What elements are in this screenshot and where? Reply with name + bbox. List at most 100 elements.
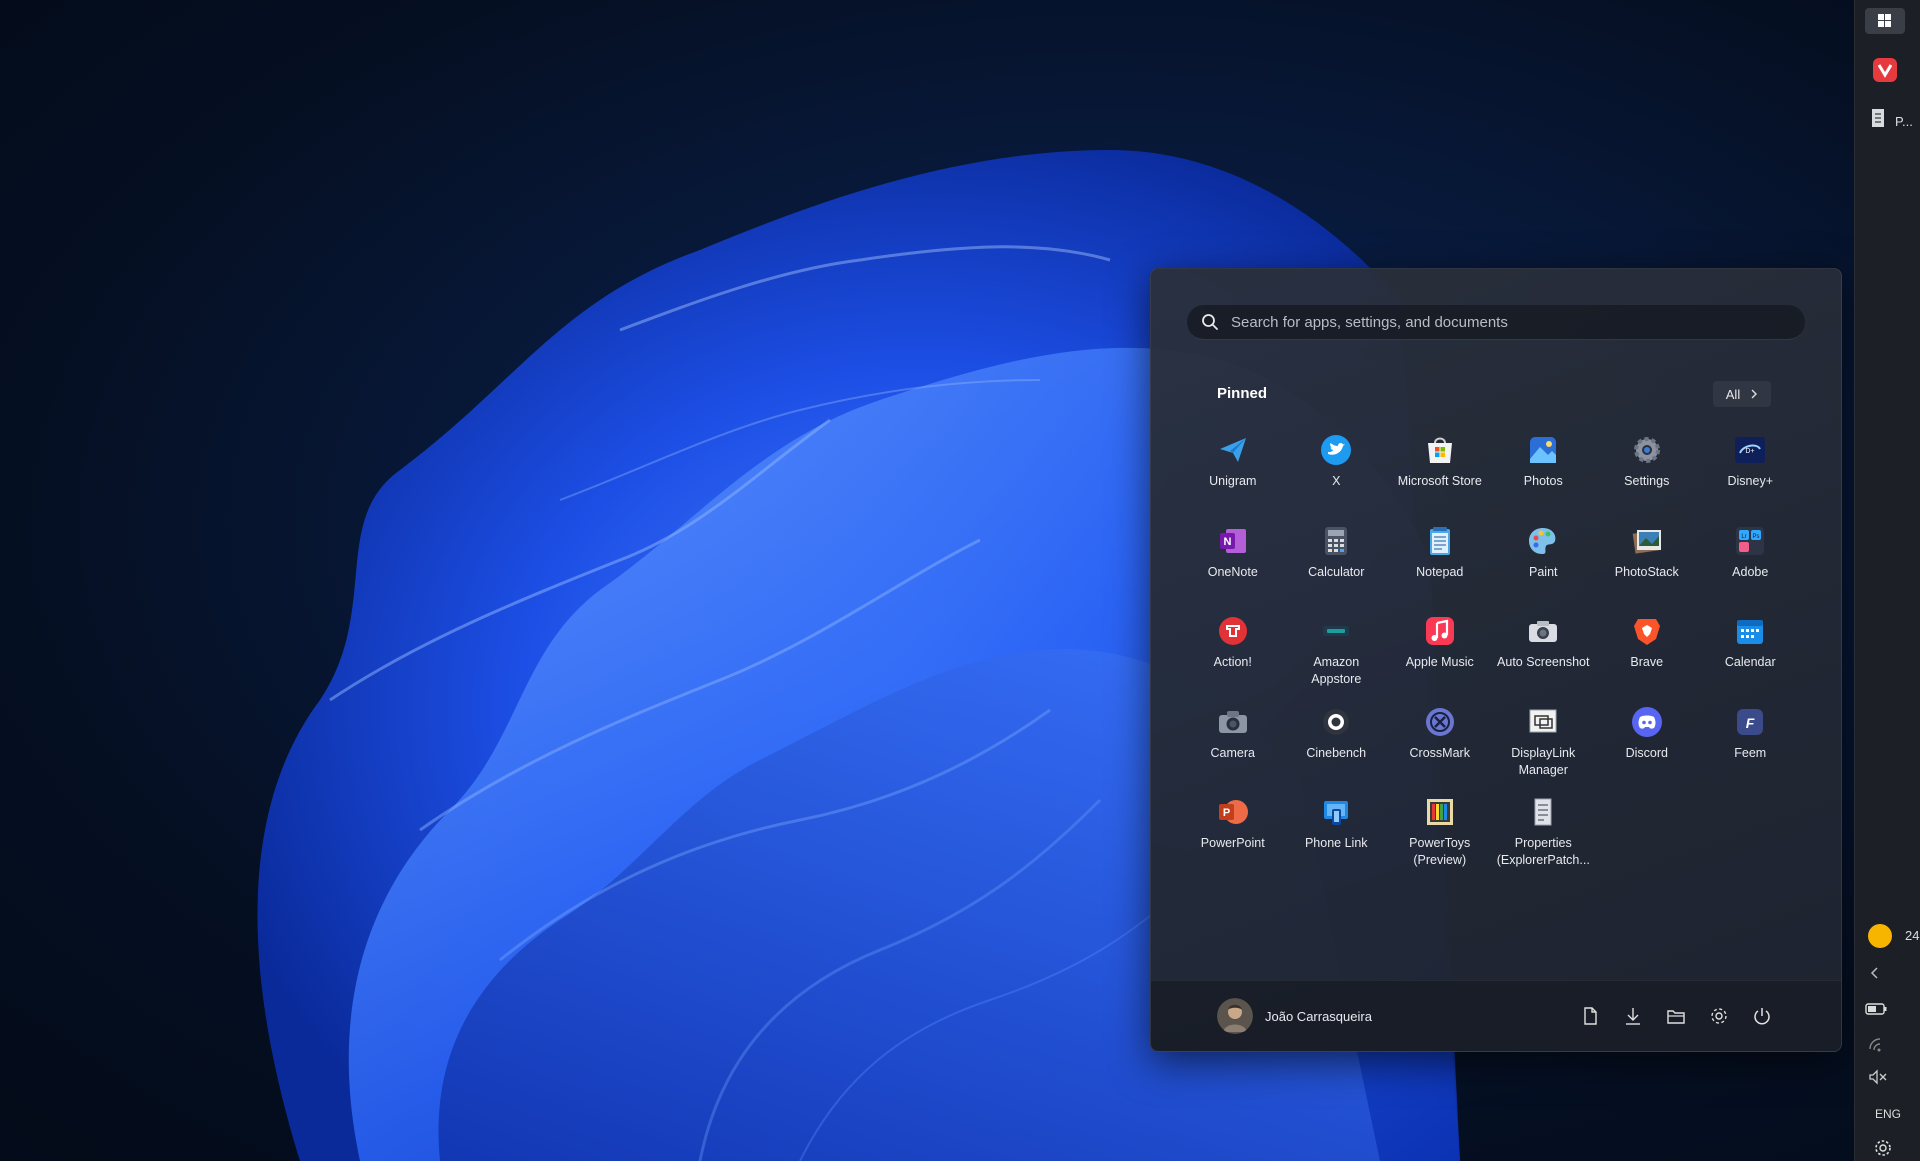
displaylink-icon [1529, 709, 1557, 732]
phone-link-icon [1324, 801, 1349, 825]
pinned-app-microsoft-store[interactable]: Microsoft Store [1388, 429, 1492, 520]
camera-icon [1218, 710, 1247, 733]
all-apps-button[interactable]: All [1713, 381, 1771, 407]
calculator-icon [1325, 526, 1348, 555]
app-label: Amazon Appstore [1311, 655, 1362, 686]
vivaldi-icon[interactable] [1873, 58, 1897, 82]
weather-temperature[interactable]: 24 [1905, 928, 1919, 943]
pinned-app-x[interactable]: X [1285, 429, 1389, 520]
crossmark-icon [1425, 707, 1454, 736]
notepad-icon [1429, 526, 1450, 555]
all-apps-label: All [1725, 386, 1741, 402]
svg-text:F: F [1746, 715, 1755, 731]
app-label: Microsoft Store [1397, 474, 1482, 488]
pinned-app-amazon-appstore[interactable]: Amazon Appstore [1285, 610, 1389, 701]
app-label: Disney+ [1727, 474, 1773, 488]
windows-logo-icon[interactable] [1865, 8, 1905, 34]
pinned-app-cinebench[interactable]: Cinebench [1285, 701, 1389, 792]
settings-gear-icon[interactable] [1873, 1138, 1893, 1158]
app-label: Notepad [1416, 564, 1464, 579]
app-label: Camera [1210, 745, 1255, 760]
powerpoint-icon: P [1218, 800, 1248, 824]
pinned-app-settings[interactable]: Settings [1595, 429, 1699, 520]
user-name: João Carrasqueira [1265, 1008, 1372, 1024]
svg-text:D+: D+ [1746, 448, 1755, 455]
pinned-app-notepad[interactable]: Notepad [1388, 520, 1492, 611]
power-icon[interactable] [1751, 1005, 1773, 1027]
volume-muted-icon[interactable] [1867, 1068, 1889, 1086]
pinned-app-crossmark[interactable]: CrossMark [1388, 701, 1492, 792]
taskbar-window-label[interactable]: P... [1895, 114, 1913, 129]
pinned-heading: Pinned [1217, 385, 1268, 402]
app-label: PowerPoint [1200, 836, 1265, 850]
app-label: Properties (ExplorerPatch... [1496, 836, 1590, 867]
app-label: Brave [1630, 655, 1664, 669]
app-label: Paint [1529, 564, 1558, 579]
file-explorer-icon[interactable] [1665, 1005, 1687, 1027]
pinned-app-paint[interactable]: Paint [1492, 520, 1596, 611]
search-input[interactable] [1229, 312, 1805, 332]
pinned-app-properties[interactable]: Properties (ExplorerPatch... [1492, 791, 1596, 882]
pinned-app-auto-screenshot[interactable]: Auto Screenshot [1492, 610, 1596, 701]
user-account-button[interactable]: João Carrasqueira [1217, 998, 1372, 1034]
brave-lion-icon [1633, 619, 1660, 645]
app-label: Calculator [1308, 564, 1365, 579]
wifi-icon[interactable] [1867, 1035, 1889, 1053]
app-label: X [1332, 474, 1341, 488]
settings-gear-icon [1633, 437, 1660, 463]
pinned-app-unigram[interactable]: Unigram [1181, 429, 1285, 520]
language-indicator[interactable]: ENG [1875, 1107, 1901, 1121]
pinned-app-photos[interactable]: Photos [1492, 429, 1596, 520]
pinned-app-disney[interactable]: D+ Disney+ [1699, 429, 1803, 520]
app-label: PhotoStack [1614, 564, 1679, 579]
svg-text:N: N [1223, 536, 1231, 548]
search-icon [1202, 314, 1218, 330]
pinned-app-camera[interactable]: Camera [1181, 701, 1285, 792]
app-label: Adobe [1732, 564, 1769, 579]
properties-icon [1534, 798, 1552, 826]
pinned-app-calculator[interactable]: Calculator [1285, 520, 1389, 611]
pinned-app-photostack[interactable]: PhotoStack [1595, 520, 1699, 611]
weather-sun-icon[interactable] [1867, 923, 1893, 949]
app-label: Feem [1734, 745, 1767, 760]
unigram-icon [1219, 438, 1246, 462]
app-label: DisplayLink Manager [1511, 745, 1576, 777]
app-label: Discord [1625, 745, 1668, 760]
app-label: Auto Screenshot [1497, 655, 1590, 669]
pinned-app-action[interactable]: Action! [1181, 610, 1285, 701]
settings-icon[interactable] [1708, 1005, 1730, 1027]
pinned-app-displaylink[interactable]: DisplayLink Manager [1492, 701, 1596, 792]
app-label: Photos [1523, 474, 1563, 488]
pinned-app-onenote[interactable]: N OneNote [1181, 520, 1285, 611]
adobe-folder-icon: Lr Ps [1736, 526, 1765, 555]
pinned-app-feem[interactable]: F Feem [1699, 701, 1803, 792]
battery-icon[interactable] [1865, 1002, 1889, 1016]
pinned-apps-grid: Unigram X Microsoft Store Photos Settings D+ D… [1181, 429, 1801, 882]
pinned-app-phone-link[interactable]: Phone Link [1285, 791, 1389, 882]
pinned-app-adobe[interactable]: Lr Ps Adobe [1699, 520, 1803, 611]
pinned-app-apple-music[interactable]: Apple Music [1388, 610, 1492, 701]
chevron-right-icon [1751, 389, 1758, 399]
pinned-app-calendar[interactable]: Calendar [1699, 610, 1803, 701]
app-label: Phone Link [1304, 836, 1368, 850]
amazon-appstore-icon [1323, 626, 1350, 636]
start-menu: Pinned All Unigram X Microsoft Store Photos… [1150, 268, 1842, 1052]
app-label: Settings [1624, 474, 1670, 488]
app-label: Unigram [1209, 474, 1257, 488]
app-label: CrossMark [1409, 745, 1470, 760]
chevron-left-icon[interactable] [1869, 965, 1881, 981]
pinned-app-discord[interactable]: Discord [1595, 701, 1699, 792]
documents-icon[interactable] [1579, 1005, 1601, 1027]
photostack-icon [1632, 529, 1661, 554]
discord-icon [1631, 706, 1662, 737]
svg-text:Ps: Ps [1753, 534, 1760, 540]
svg-text:Lr: Lr [1742, 534, 1747, 540]
app-label: Cinebench [1306, 745, 1367, 760]
disney-plus-icon: D+ [1735, 437, 1766, 463]
pinned-app-powerpoint[interactable]: P PowerPoint [1181, 791, 1285, 882]
search-box[interactable] [1187, 305, 1805, 340]
pinned-app-brave[interactable]: Brave [1595, 610, 1699, 701]
properties-window-icon[interactable] [1869, 107, 1889, 131]
pinned-app-powertoys[interactable]: PowerToys (Preview) [1388, 791, 1492, 882]
downloads-icon[interactable] [1622, 1005, 1644, 1027]
